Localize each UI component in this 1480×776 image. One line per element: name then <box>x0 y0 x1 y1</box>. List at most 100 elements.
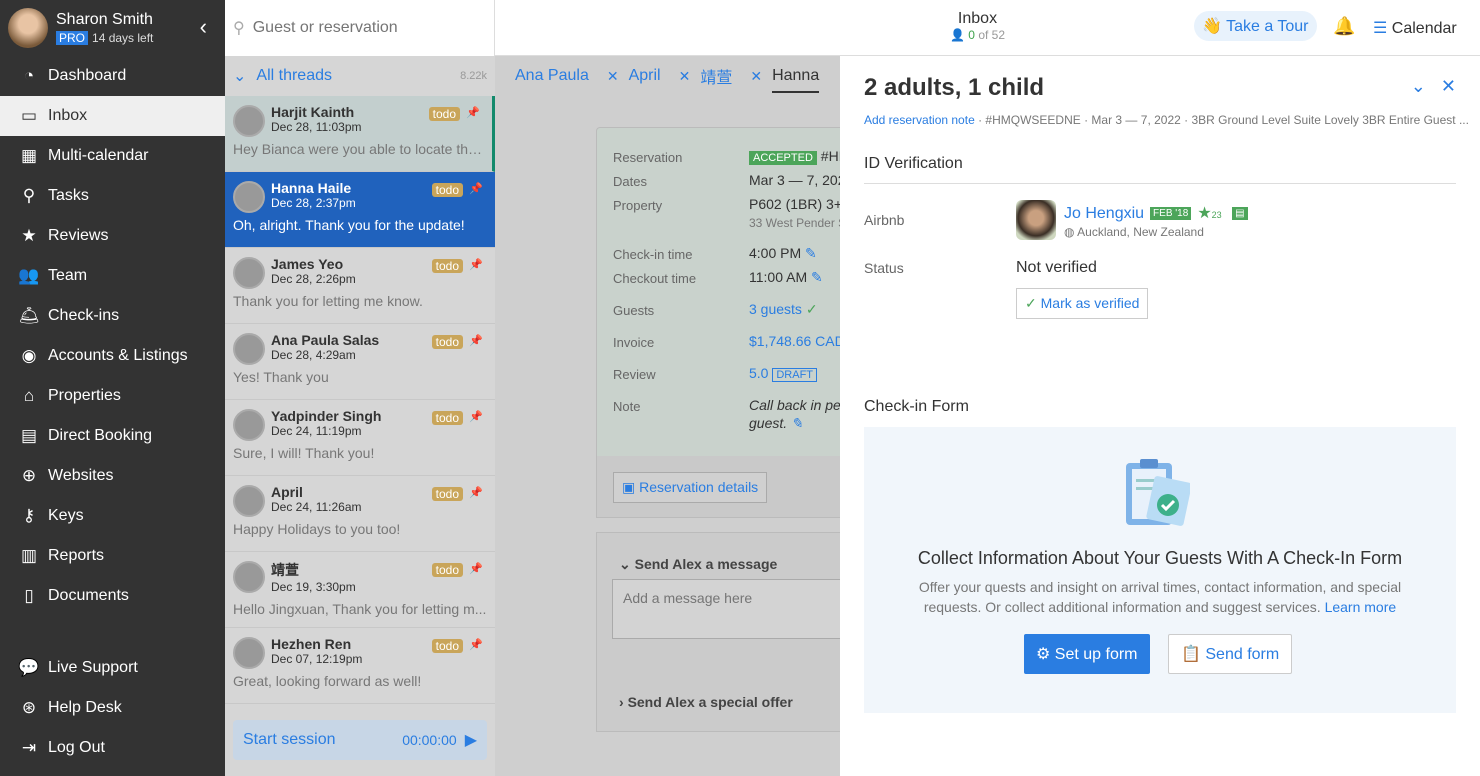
draft-badge: DRAFT <box>772 368 818 382</box>
pin-icon[interactable]: 📌 <box>469 486 483 499</box>
edit-pencil-icon[interactable]: ✎ <box>805 245 817 261</box>
chevron-down-icon[interactable]: ⌄ <box>1411 76 1426 96</box>
assigned-count: 0 <box>968 28 975 42</box>
conversation-tab[interactable]: Ana Paula <box>515 67 589 85</box>
edit-pencil-icon[interactable]: ✎ <box>791 415 803 431</box>
pin-icon[interactable]: 📌 <box>469 182 483 195</box>
sidebar-item-label: Live Support <box>48 659 138 676</box>
add-note-link[interactable]: Add reservation note <box>864 113 975 127</box>
user-profile[interactable]: Sharon Smith PRO 14 days left ‹ <box>0 0 225 56</box>
reservation-meta: · #HMQWSEEDNE · Mar 3 — 7, 2022 · 3BR Gr… <box>974 113 1469 127</box>
reservation-details-button[interactable]: ▣ Reservation details <box>613 472 768 503</box>
notification-bell-icon[interactable]: 🔔 <box>1333 16 1355 37</box>
sidebar-item-check-ins[interactable]: 🛎 Check-ins <box>0 296 225 336</box>
special-offer-toggle[interactable]: › Send Alex a special offer <box>619 694 793 710</box>
invoice-link[interactable]: $1,748.66 CAD <box>749 333 840 349</box>
play-icon[interactable]: ▶ <box>465 730 477 750</box>
avatar <box>233 637 265 669</box>
note-text-cont: guest. <box>749 415 788 431</box>
start-session-bar[interactable]: Start session 00:00:00 ▶ <box>233 720 487 760</box>
sidebar-item-documents[interactable]: ▯ Documents <box>0 576 225 616</box>
thread-date: Dec 07, 12:19pm <box>271 652 363 666</box>
pin-icon[interactable]: 📌 <box>469 258 483 271</box>
sidebar-item-live-support[interactable]: 💬 Live Support <box>0 648 225 688</box>
pin-icon[interactable]: 📌 <box>469 562 483 575</box>
conversation-tab[interactable]: 靖萱 <box>700 64 732 88</box>
home-icon: ⌂ <box>23 386 35 405</box>
review-score[interactable]: 5.0 <box>749 365 768 381</box>
all-threads-filter[interactable]: ⌄ All threads 8.22k <box>225 56 495 96</box>
avatar <box>233 181 265 213</box>
edit-pencil-icon[interactable]: ✎ <box>811 269 823 285</box>
dates-value: Mar 3 — 7, 202 <box>749 172 840 188</box>
sidebar-item-accounts-listings[interactable]: ◉ Accounts & Listings <box>0 336 225 376</box>
todo-badge: todo <box>431 411 463 425</box>
sidebar-item-tasks[interactable]: ⚲ Tasks <box>0 176 225 216</box>
checkin-value: 4:00 PM <box>749 245 802 261</box>
avatar <box>233 485 265 517</box>
pin-icon[interactable]: 📌 <box>469 638 483 651</box>
clipboard-icon: 📋 <box>1181 646 1201 663</box>
property-value: P602 (1BR) 3+ <box>749 196 840 212</box>
thread-item[interactable]: Hanna Haile Dec 28, 2:37pm Oh, alright. Th… <box>225 172 495 248</box>
review-count: 23 <box>1211 210 1222 220</box>
thread-date: Dec 28, 2:26pm <box>271 272 356 286</box>
inbox-icon: ▭ <box>20 106 38 125</box>
sidebar-item-multi-calendar[interactable]: ▦ Multi-calendar <box>0 136 225 176</box>
todo-badge: todo <box>431 487 463 501</box>
sidebar-item-reviews[interactable]: ★ Reviews <box>0 216 225 256</box>
setup-form-button[interactable]: ⚙ Set up form <box>1024 634 1150 674</box>
panel-title: 2 adults, 1 child <box>864 74 1045 101</box>
collapse-sidebar-icon[interactable]: ‹ <box>200 14 207 40</box>
close-tab-icon[interactable]: ✕ <box>679 68 691 85</box>
pin-icon[interactable]: 📌 <box>466 106 480 119</box>
sidebar-item-label: Websites <box>48 467 114 484</box>
thread-item[interactable]: Hezhen Ren Dec 07, 12:19pm Great, looking … <box>225 628 495 704</box>
thread-item[interactable]: 靖萱 Dec 19, 3:30pm Hello Jingxuan, Thank yo… <box>225 552 495 628</box>
conversation-tab[interactable]: April <box>629 67 661 85</box>
guest-name-link[interactable]: Jo Hengxiu <box>1064 205 1144 222</box>
thread-preview: Sure, I will! Thank you! <box>233 445 375 461</box>
sidebar-item-keys[interactable]: ⚷ Keys <box>0 496 225 536</box>
sidebar-item-reports[interactable]: ▥ Reports <box>0 536 225 576</box>
thread-item[interactable]: Yadpinder Singh Dec 24, 11:19pm Sure, I wi… <box>225 400 495 476</box>
sidebar-item-websites[interactable]: ⊕ Websites <box>0 456 225 496</box>
sidebar-item-dashboard[interactable]: ◔ Dashboard <box>0 56 225 96</box>
sidebar-item-help-desk[interactable]: ⊛ Help Desk <box>0 688 225 728</box>
thread-list-panel: ⚲ ⌄ All threads 8.22k Harjit KainthDec 2… <box>225 0 495 776</box>
thread-item[interactable]: Harjit Kainth Dec 28, 11:03pm Hey Bianca w… <box>225 96 495 172</box>
close-tab-icon[interactable]: ✕ <box>607 68 619 85</box>
avatar <box>233 333 265 365</box>
close-tab-icon[interactable]: ✕ <box>750 68 762 85</box>
send-message-toggle[interactable]: ⌄ Send Alex a message <box>619 556 777 573</box>
member-since-badge: FEB '18 <box>1150 207 1192 221</box>
thread-item[interactable]: April Dec 24, 11:26am Happy Holidays to yo… <box>225 476 495 552</box>
pin-icon[interactable]: 📌 <box>469 334 483 347</box>
thread-item[interactable]: Ana Paula Salas Dec 28, 4:29am Yes! Thank … <box>225 324 495 400</box>
source-label: Airbnb <box>864 212 905 228</box>
take-tour-button[interactable]: 👋 Take a Tour <box>1194 11 1317 41</box>
sidebar-item-team[interactable]: 👥 Team <box>0 256 225 296</box>
mark-verified-button[interactable]: ✓ Mark as verified <box>1016 288 1149 319</box>
sidebar-item-direct-booking[interactable]: ▤ Direct Booking <box>0 416 225 456</box>
guests-link[interactable]: 3 guests <box>749 301 802 317</box>
learn-more-link[interactable]: Learn more <box>1325 599 1397 615</box>
thread-item[interactable]: James Yeo Dec 28, 2:26pm Thank you for let… <box>225 248 495 324</box>
check-icon: ✓ <box>805 301 818 317</box>
calendar-button[interactable]: ☰ Calendar <box>1373 18 1457 38</box>
sidebar-item-inbox[interactable]: ▭ Inbox <box>0 96 225 136</box>
pin-icon[interactable]: 📌 <box>469 410 483 423</box>
todo-badge: todo <box>431 639 463 653</box>
close-icon[interactable]: ✕ <box>1441 76 1456 96</box>
sidebar-item-label: Dashboard <box>48 67 127 84</box>
todo-badge: todo <box>431 183 463 197</box>
search-input[interactable] <box>252 19 473 37</box>
sidebar-item-properties[interactable]: ⌂ Properties <box>0 376 225 416</box>
sidebar-item-label: Reports <box>48 547 105 564</box>
send-form-button[interactable]: 📋 Send form <box>1168 634 1293 674</box>
guest-avatar <box>1016 200 1056 240</box>
conversation-tab[interactable]: Hanna <box>772 67 820 93</box>
message-input[interactable] <box>612 579 840 639</box>
sidebar-item-log-out[interactable]: ⇥ Log Out <box>0 728 225 768</box>
dashboard-icon: ◔ <box>23 66 35 85</box>
